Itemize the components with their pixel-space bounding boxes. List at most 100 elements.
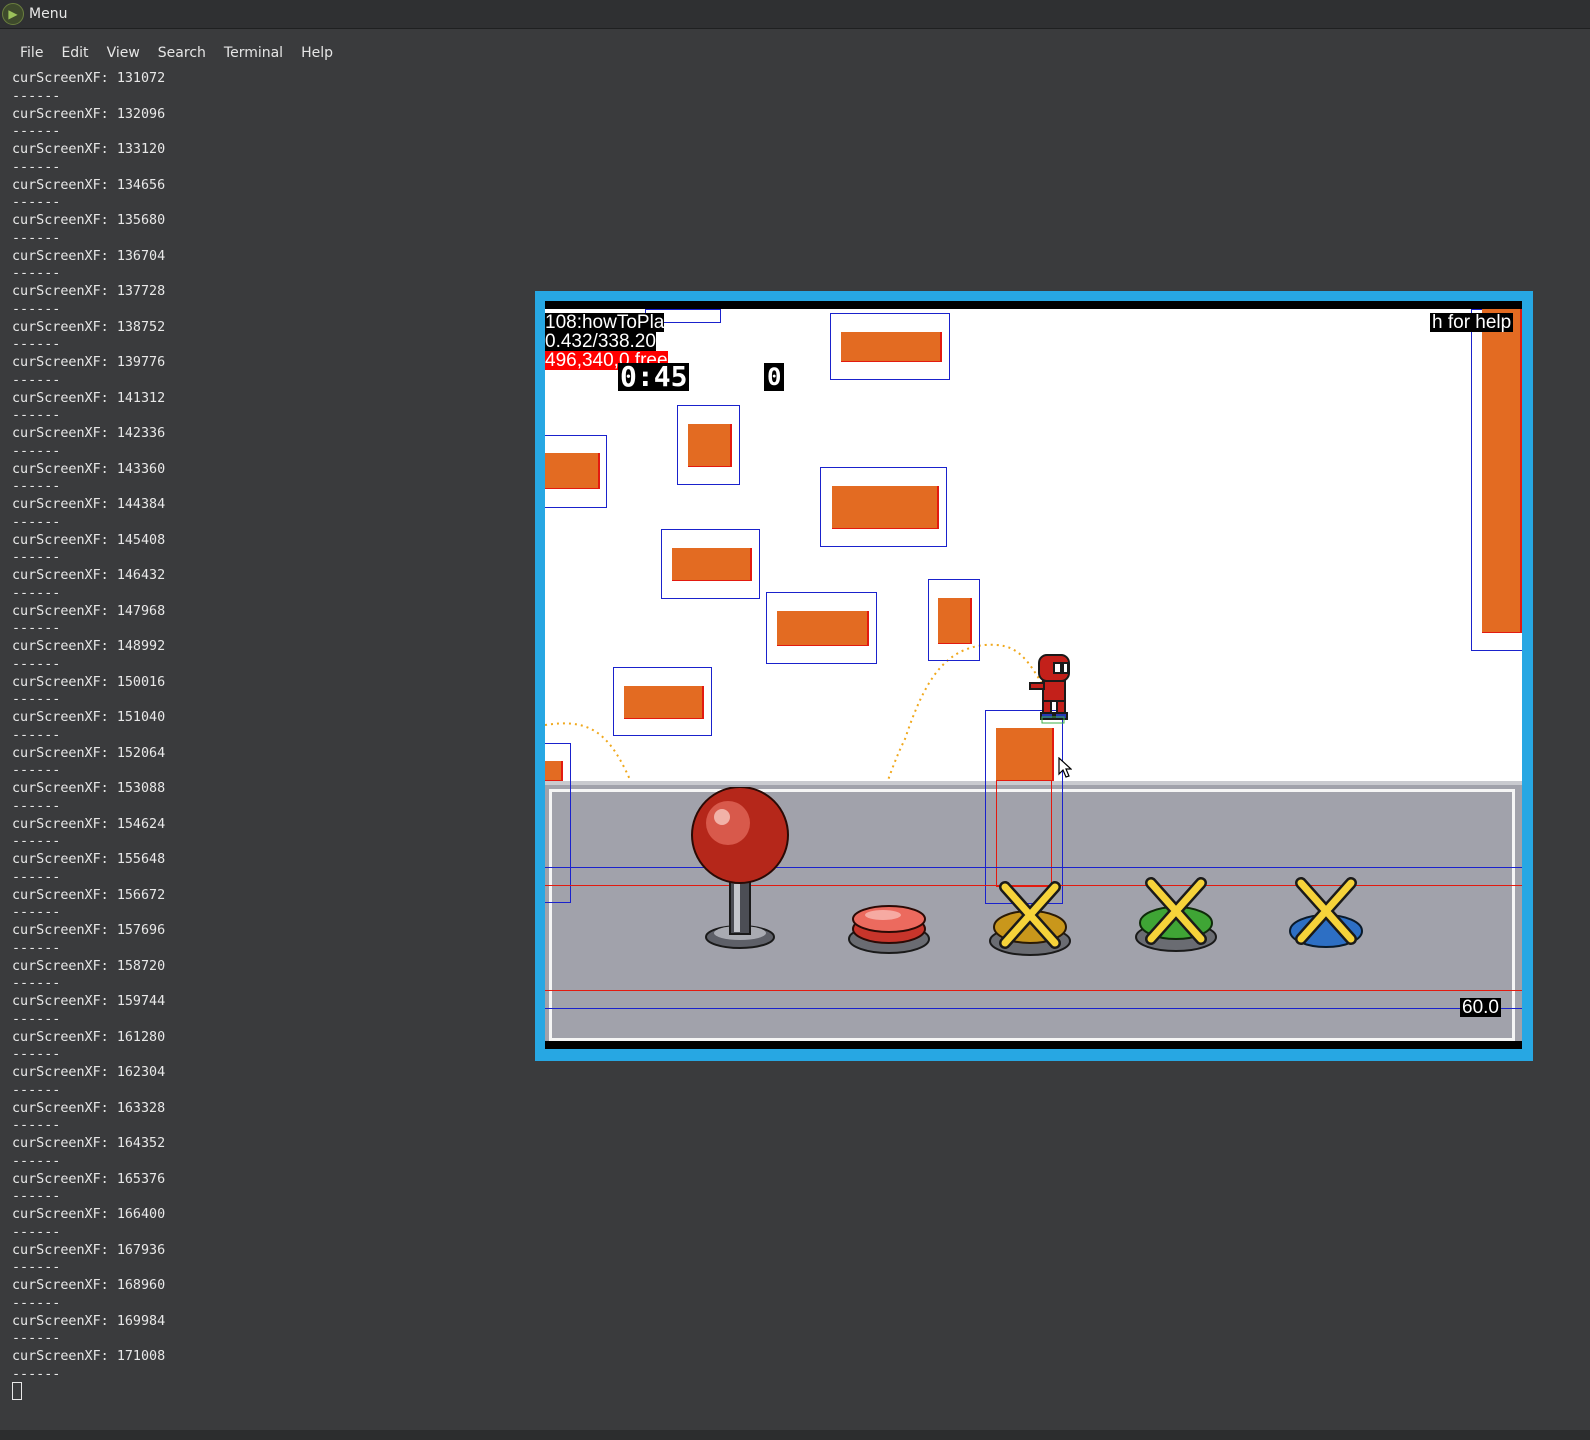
terminal-line-prefix: curScreenXF: [12,603,117,619]
terminal-separator: ------ [12,337,61,353]
terminal-line-value: 137728 [116,284,166,299]
menu-view[interactable]: View [98,45,149,61]
platform [832,486,939,529]
terminal-line-value: 141312 [116,390,166,406]
terminal-separator: ------ [12,372,61,388]
hud-progress-label: 0.432/338.20 [545,331,656,352]
terminal-line: curScreenXF: 137728 [12,283,165,301]
terminal-menubar: File Edit View Search Terminal Help [10,38,1590,68]
hud-help-text: h for help [1430,312,1514,333]
hud-counter: 0 [764,363,785,391]
terminal-line: curScreenXF: 147968 [12,603,165,621]
terminal-line: curScreenXF: 163328 [12,1100,165,1118]
terminal-line-value: 167936 [116,1242,166,1258]
yellow-button-crossed-icon[interactable] [987,875,1073,961]
terminal-separator: ------ [12,443,61,459]
terminal-line: curScreenXF: 131072 [12,70,165,88]
terminal-separator: ------ [12,230,61,246]
terminal-cursor [12,1382,22,1400]
terminal-separator: ------ [12,1011,61,1027]
mint-menu-icon[interactable]: ▶ [2,3,24,25]
terminal-line-prefix: curScreenXF: [12,745,117,761]
terminal-separator: ------ [12,1366,61,1382]
terminal-line-value: 168960 [116,1278,166,1293]
terminal-line-prefix: curScreenXF: [12,71,117,86]
terminal-line: curScreenXF: 159744 [12,993,165,1011]
hud-timer: 0:45 [618,360,690,393]
terminal-line-prefix: curScreenXF: [12,994,117,1009]
terminal-line-value: 132096 [116,106,166,122]
joystick-icon[interactable] [690,787,790,955]
terminal-separator: ------ [12,159,61,175]
terminal-line: curScreenXF: 133120 [12,141,165,159]
menu-label[interactable]: Menu [29,6,67,22]
terminal-line-value: 169984 [116,1313,166,1329]
terminal-separator: ------ [12,408,61,424]
terminal-line: curScreenXF: 146432 [12,567,165,585]
terminal-line-prefix: curScreenXF: [12,781,117,796]
terminal-line-prefix: curScreenXF: [12,816,117,832]
terminal-line-prefix: curScreenXF: [12,1242,117,1258]
terminal-line: curScreenXF: 169984 [12,1313,165,1331]
terminal-line-prefix: curScreenXF: [12,1136,117,1151]
platform-hitbox-red [996,781,1052,887]
terminal-line: curScreenXF: 162304 [12,1064,165,1082]
terminal-line: curScreenXF: 154624 [12,816,165,834]
terminal-line-value: 143360 [116,461,166,477]
terminal-line-prefix: curScreenXF: [12,142,117,157]
platform [672,548,752,581]
terminal-line-prefix: curScreenXF: [12,1065,117,1080]
platform [688,424,732,467]
terminal-line-value: 161280 [116,1029,166,1045]
terminal-line: curScreenXF: 166400 [12,1206,165,1224]
terminal-separator: ------ [12,763,61,779]
terminal-line-value: 151040 [116,710,166,725]
terminal-line-value: 163328 [116,1100,166,1116]
menu-search[interactable]: Search [149,45,215,61]
terminal-separator: ------ [12,1047,61,1063]
terminal-output[interactable]: curScreenXF: 131072 ------ curScreenXF: 13… [12,70,165,1384]
terminal-line-value: 154624 [116,816,166,832]
menu-terminal[interactable]: Terminal [215,45,292,61]
terminal-line: curScreenXF: 161280 [12,1029,165,1047]
blue-button-crossed-icon[interactable] [1283,871,1369,957]
green-button-crossed-icon[interactable] [1133,871,1219,957]
terminal-line-prefix: curScreenXF: [12,923,117,938]
terminal-separator: ------ [12,905,61,921]
terminal-line-value: 138752 [116,319,166,335]
terminal-line-prefix: curScreenXF: [12,177,117,193]
terminal-line-value: 136704 [116,248,166,264]
terminal-line: curScreenXF: 142336 [12,425,165,443]
hud-level-label: 108:howToPla [545,312,665,333]
terminal-separator: ------ [12,1331,61,1347]
platform [996,728,1054,781]
terminal-line: curScreenXF: 152064 [12,745,165,763]
terminal-line-prefix: curScreenXF: [12,710,117,725]
terminal-line-value: 148992 [116,639,166,654]
terminal-separator: ------ [12,692,61,708]
terminal-line-prefix: curScreenXF: [12,1349,117,1364]
mouse-pointer-icon [1058,757,1072,778]
terminal-line-value: 147968 [116,603,166,619]
terminal-line-prefix: curScreenXF: [12,958,117,974]
terminal-line-prefix: curScreenXF: [12,284,117,299]
terminal-line-value: 156672 [116,887,166,903]
terminal-line-prefix: curScreenXF: [12,1207,117,1222]
terminal-line: curScreenXF: 165376 [12,1171,165,1189]
menu-edit[interactable]: Edit [52,45,97,61]
menu-help[interactable]: Help [292,45,342,61]
red-button-icon[interactable] [847,899,931,957]
terminal-line: curScreenXF: 134656 [12,177,165,195]
terminal-line-prefix: curScreenXF: [12,461,117,477]
game-screen[interactable]: 108:howToPla 0.432/338.20 496,340,0,free… [545,309,1522,1041]
terminal-separator: ------ [12,940,61,956]
terminal-line-value: 131072 [116,71,166,86]
platform [545,761,563,781]
menu-file[interactable]: File [10,45,52,61]
terminal-line-value: 133120 [116,142,166,157]
terminal-separator: ------ [12,1082,61,1098]
terminal-line: curScreenXF: 138752 [12,319,165,337]
terminal-line: curScreenXF: 150016 [12,674,165,692]
game-window[interactable]: 108:howToPla 0.432/338.20 496,340,0,free… [535,291,1533,1061]
terminal-line-value: 150016 [116,674,166,690]
